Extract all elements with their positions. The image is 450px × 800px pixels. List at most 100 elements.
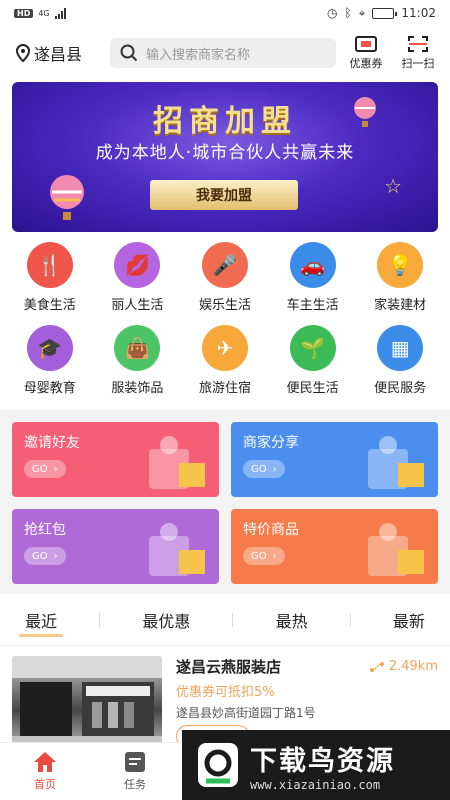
category-item[interactable]: 👜 服装饰品: [94, 325, 182, 396]
franchise-banner[interactable]: 招商加盟 成为本地人·城市合伙人共赢未来 我要加盟 ☆: [12, 82, 438, 232]
promo-section: 邀请好友 GO › 商家分享 GO › 抢红包 GO › 特价商品 GO ›: [0, 410, 450, 594]
coupon-label: 优惠券: [349, 57, 383, 70]
tab-divider: [349, 612, 351, 627]
nav-task[interactable]: 任务: [90, 743, 180, 800]
category-item[interactable]: 🚗 车主生活: [269, 242, 357, 313]
shop-coupon: 优惠券可抵扣5%: [176, 685, 275, 700]
go-label: GO: [251, 463, 267, 475]
scan-label: 扫一扫: [401, 57, 435, 70]
route-icon: [369, 661, 384, 672]
category-label: 旅游住宿: [198, 381, 251, 396]
chevron-right-icon: ›: [272, 550, 277, 562]
category-label: 便民生活: [286, 381, 339, 396]
go-button[interactable]: GO ›: [243, 547, 285, 565]
chevron-right-icon: ›: [53, 550, 58, 562]
hd-badge: HD: [14, 8, 34, 18]
category-item[interactable]: ✈ 旅游住宿: [181, 325, 269, 396]
chevron-right-icon: ›: [272, 463, 277, 475]
watermark-logo: [198, 743, 238, 787]
category-label: 娱乐生活: [198, 298, 251, 313]
plant-icon: 🌱: [289, 325, 336, 371]
location-status-icon: ⌖: [358, 5, 366, 20]
search-icon: [120, 44, 138, 62]
nav-task-label: 任务: [124, 778, 146, 791]
category-item[interactable]: 🌱 便民生活: [269, 325, 357, 396]
promo-card[interactable]: 抢红包 GO ›: [12, 509, 219, 584]
status-bar: HD 4G ◷ ᛒ ⌖ 11:02: [0, 0, 450, 26]
search-placeholder: 输入搜索商家名称: [146, 47, 251, 63]
tab-divider: [99, 612, 101, 627]
category-label: 丽人生活: [111, 298, 164, 313]
shop-name: 遂昌云燕服装店: [176, 658, 282, 676]
category-grid: 🍴 美食生活 💋 丽人生活 🎤 娱乐生活 🚗 车主生活 💡 家装建材 🎓 母婴教育 👜 服装饰品 ✈ 旅游住宿…: [0, 232, 450, 396]
scan-icon: [408, 36, 428, 52]
join-button[interactable]: 我要加盟: [150, 180, 298, 210]
category-item[interactable]: 💋 丽人生活: [94, 242, 182, 313]
paper-plane-icon: ✈: [201, 325, 248, 371]
promo-illustration: [368, 523, 424, 576]
category-item[interactable]: 💡 家装建材: [356, 242, 444, 313]
location-label: 遂昌县: [34, 45, 83, 64]
category-label: 美食生活: [23, 298, 76, 313]
clock: 11:02: [401, 6, 436, 20]
promo-card[interactable]: 商家分享 GO ›: [231, 422, 438, 497]
category-item[interactable]: 🎓 母婴教育: [6, 325, 94, 396]
alarm-icon: ◷: [326, 6, 338, 20]
grid-icon: ▦: [377, 325, 424, 371]
bluetooth-icon: ᛒ: [344, 6, 352, 20]
go-button[interactable]: GO ›: [24, 460, 66, 478]
balloon-icon: [50, 175, 84, 220]
sort-tabs: 最近 最优惠 最热 最新: [0, 594, 450, 646]
bag-icon: 👜: [114, 325, 161, 371]
tab-divider: [232, 612, 234, 627]
sort-tab[interactable]: 最近: [17, 608, 65, 637]
sort-tab[interactable]: 最热: [268, 608, 316, 632]
sort-tab[interactable]: 最优惠: [134, 608, 198, 632]
battery-icon: [372, 7, 398, 19]
network-label: 4G: [38, 8, 50, 18]
car-icon: 🚗: [289, 242, 336, 288]
promo-illustration: [368, 436, 424, 489]
shop-photo: [12, 656, 162, 746]
coupon-icon: [355, 36, 377, 52]
go-label: GO: [251, 550, 267, 562]
lamp-icon: 💡: [377, 242, 424, 288]
category-label: 车主生活: [286, 298, 339, 313]
shop-address: 遂昌县妙高街道园丁路1号: [176, 706, 316, 720]
banner-subtitle: 成为本地人·城市合伙人共赢未来: [95, 143, 355, 163]
location-selector[interactable]: 遂昌县: [16, 41, 100, 65]
fork-knife-icon: 🍴: [26, 242, 73, 288]
shop-distance: 2.49km: [369, 659, 438, 674]
sort-tab[interactable]: 最新: [385, 608, 433, 632]
shop-distance-value: 2.49km: [388, 659, 438, 674]
banner-title: 招商加盟: [153, 104, 297, 139]
category-label: 家装建材: [374, 298, 427, 313]
promo-card[interactable]: 邀请好友 GO ›: [12, 422, 219, 497]
category-item[interactable]: 🍴 美食生活: [6, 242, 94, 313]
nav-home-label: 首页: [34, 778, 56, 791]
signal-icon: [54, 7, 66, 19]
watermark: 下载鸟资源 www.xiazainiao.com: [182, 730, 450, 800]
watermark-url: www.xiazainiao.com: [250, 777, 381, 792]
go-button[interactable]: GO ›: [243, 460, 285, 478]
lips-icon: 💋: [114, 242, 161, 288]
category-item[interactable]: 🎤 娱乐生活: [181, 242, 269, 313]
header: 遂昌县 输入搜索商家名称 优惠券 扫一扫: [0, 26, 450, 80]
nav-home[interactable]: 首页: [0, 743, 90, 800]
scan-button[interactable]: 扫一扫: [398, 35, 438, 71]
chevron-right-icon: ›: [53, 463, 58, 475]
location-pin-icon: [16, 44, 30, 62]
category-item[interactable]: ▦ 便民服务: [356, 325, 444, 396]
promo-illustration: [149, 436, 205, 489]
search-input[interactable]: 输入搜索商家名称: [110, 38, 336, 68]
promo-illustration: [149, 523, 205, 576]
go-label: GO: [32, 550, 48, 562]
watermark-title: 下载鸟资源: [250, 745, 395, 777]
promo-card[interactable]: 特价商品 GO ›: [231, 509, 438, 584]
go-label: GO: [32, 463, 48, 475]
star-icon: ☆: [384, 174, 402, 198]
task-icon: [125, 752, 145, 772]
coupon-button[interactable]: 优惠券: [346, 35, 386, 71]
home-icon: [34, 752, 56, 772]
go-button[interactable]: GO ›: [24, 547, 66, 565]
